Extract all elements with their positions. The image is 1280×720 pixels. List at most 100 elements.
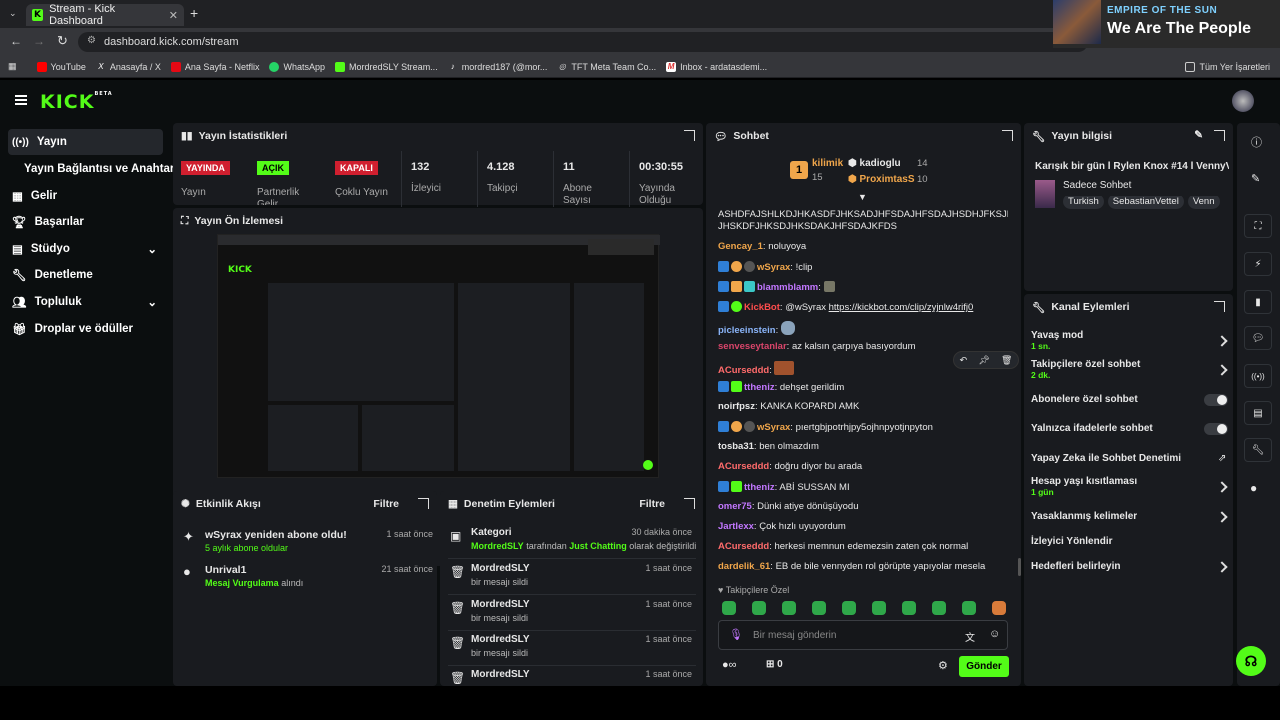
edit-icon[interactable]: ✎ — [1194, 129, 1203, 141]
chat-message[interactable]: KickBot: @wSyrax https://kickbot.com/cli… — [718, 301, 1008, 314]
reload-icon[interactable]: ↻ — [57, 33, 68, 49]
chat-message[interactable]: dardelik_61: EB de bile vennyden rol gör… — [718, 561, 1008, 573]
chat-message[interactable]: ttheniz: ABİ SUSSAN MI — [718, 481, 1008, 494]
leader-3[interactable]: ⬢ ProximtasS — [848, 174, 915, 185]
preview-shortcut-button[interactable]: ⛶ — [1244, 214, 1272, 238]
reply-icon[interactable]: ↶ — [960, 355, 968, 366]
bookmark-netflix[interactable]: Ana Sayfa - Netflix — [170, 61, 259, 72]
sidebar-item-yayin[interactable]: ((•)) Yayın — [8, 129, 163, 155]
chat-message[interactable]: ttheniz: dehşet gerildim — [718, 381, 1008, 394]
action-slow-mode[interactable]: Yavaş mod 1 sn. — [1031, 330, 1231, 351]
emote-icon[interactable] — [902, 601, 916, 615]
leader-name[interactable]: kilimik — [812, 158, 843, 169]
settings-shortcut-button[interactable]: 🔧︎ — [1244, 438, 1272, 462]
actions-shortcut-button[interactable]: ⚡︎ — [1244, 252, 1272, 276]
pin-icon[interactable]: 📌︎ — [978, 355, 989, 366]
chat-input[interactable]: 🎙︎ Bir mesaj gönderin 文 ☺ — [718, 620, 1008, 650]
browser-tab[interactable]: K Stream - Kick Dashboard ✕ — [26, 3, 184, 27]
action-account-age[interactable]: Hesap yaşı kısıtlaması 1 gün — [1031, 476, 1231, 497]
forward-icon[interactable]: → — [33, 34, 45, 48]
expand-icon[interactable] — [684, 498, 695, 509]
info-icon[interactable]: ⓘ — [1251, 134, 1262, 150]
emote-icon[interactable] — [782, 601, 796, 615]
leader-2[interactable]: ⬢ kadioglu — [848, 158, 901, 169]
help-icon[interactable]: ☊ — [1236, 646, 1266, 676]
tab-list-icon[interactable]: ⌄ — [9, 8, 17, 19]
sidebar-item-stream-key[interactable]: Yayın Bağlantısı ve Anahtarı — [8, 156, 178, 182]
expand-icon[interactable] — [1214, 130, 1225, 141]
tag-chip[interactable]: Turkish — [1063, 196, 1104, 209]
message-link[interactable]: https://kickbot.com/clip/zyjnlw4rifj0 — [829, 302, 974, 313]
bookmark-whatsapp[interactable]: WhatsApp — [269, 61, 325, 72]
emote-icon[interactable] — [842, 601, 856, 615]
action-ai-moderation[interactable]: Yapay Zeka ile Sohbet Denetimi — [1031, 453, 1231, 464]
chat-message[interactable]: wSyrax: !clip — [718, 261, 1008, 274]
site-info-icon[interactable]: ⚙ — [87, 35, 96, 46]
kick-points-icon[interactable]: ● — [1250, 481, 1257, 495]
sidebar-item-basarilar[interactable]: 🏆︎ Başarılar — [8, 209, 163, 235]
menu-icon[interactable] — [15, 95, 27, 105]
chat-message[interactable]: ACurseddd: doğru diyor bu arada — [718, 461, 1008, 473]
external-link-icon[interactable]: ⇗ — [1218, 453, 1226, 464]
expand-icon[interactable] — [418, 498, 429, 509]
stream-preview-video[interactable]: KICK — [217, 234, 660, 478]
chat-shortcut-button[interactable]: 💬︎ — [1244, 326, 1272, 350]
kick-logo[interactable]: KICKBETA — [40, 91, 113, 113]
action-followers-only[interactable]: Takipçilere özel sohbet 2 dk. — [1031, 359, 1231, 380]
sidebar-item-topluluk[interactable]: 👥︎ Topluluk ⌄ — [8, 289, 163, 315]
close-tab-icon[interactable]: ✕ — [169, 9, 178, 22]
emote-icon[interactable] — [872, 601, 886, 615]
subscribers-only-toggle[interactable] — [1204, 394, 1228, 406]
translate-icon[interactable]: 文 — [965, 629, 975, 644]
chat-scrollbar[interactable] — [1018, 558, 1021, 576]
chat-message[interactable]: picleeinstein: — [718, 321, 1008, 337]
action-raid[interactable]: İzleyici Yönlendir — [1031, 536, 1231, 547]
sidebar-item-gelir[interactable]: ▦ Gelir — [8, 183, 163, 209]
action-goals[interactable]: Hedefleri belirleyin — [1031, 561, 1231, 572]
points-counter[interactable]: ⊞ 0 — [766, 659, 783, 670]
chat-message[interactable]: Jartlexx: Çok hızlı uyuyordum — [718, 521, 1008, 533]
mic-icon[interactable]: 🎙︎ — [729, 628, 743, 641]
send-button[interactable]: Gönder — [959, 656, 1009, 677]
notes-shortcut-button[interactable]: ▮ — [1244, 290, 1272, 314]
emote-icon[interactable] — [962, 601, 976, 615]
avatar[interactable] — [1232, 90, 1254, 112]
settings-gear-icon[interactable]: ⚙ — [938, 659, 948, 672]
chat-message[interactable]: omer75: Dünki atiye dönüşüyodu — [718, 501, 1008, 513]
emote-icon[interactable] — [932, 601, 946, 615]
emote-icon[interactable] — [752, 601, 766, 615]
expand-icon[interactable] — [1214, 301, 1225, 312]
emote-icon[interactable] — [992, 601, 1006, 615]
kick-points-icon[interactable]: ●∞ — [722, 659, 737, 671]
bookmark-kick[interactable]: MordredSLY Stream... — [334, 61, 438, 72]
emoji-icon[interactable]: ☺ — [989, 628, 1000, 640]
sidebar-item-denetleme[interactable]: 🔧︎ Denetleme — [8, 262, 163, 288]
chat-message[interactable]: noirfpsz: KANKA KOPARDI AMK — [718, 401, 1008, 413]
address-bar[interactable]: ⚙ dashboard.kick.com/stream — [78, 32, 1088, 52]
collapse-leaders-icon[interactable]: ▼ — [858, 192, 867, 202]
bookmark-tiktok[interactable]: ♪ mordred187 (@mor... — [448, 62, 548, 72]
emotes-only-toggle[interactable] — [1204, 423, 1228, 435]
broadcast-shortcut-button[interactable]: ((•)) — [1244, 364, 1272, 388]
chat-message[interactable]: blammblamm: — [718, 281, 1008, 294]
trash-icon[interactable]: 🗑︎ — [1001, 355, 1012, 366]
new-tab-icon[interactable]: + — [190, 5, 198, 21]
sidebar-item-droplar[interactable]: 🎁︎ Droplar ve ödüller — [8, 316, 163, 342]
tag-chip[interactable]: SebastianVettel — [1107, 196, 1184, 209]
emote-icon[interactable] — [722, 601, 736, 615]
edit-icon[interactable]: ✎ — [1251, 172, 1260, 185]
bookmark-tft[interactable]: ◎ TFT Meta Team Co... — [557, 62, 656, 72]
expand-icon[interactable] — [1002, 130, 1013, 141]
emote-icon[interactable] — [812, 601, 826, 615]
tag-chip[interactable]: Venn — [1187, 196, 1220, 209]
chat-message[interactable]: Gencay_1: noluyoya — [718, 241, 1008, 253]
back-icon[interactable]: ← — [10, 34, 22, 48]
chat-message[interactable]: wSyrax: pıertgbjpotrhjpy5ojhnpyotjnpyton — [718, 421, 1008, 434]
bookmark-x[interactable]: X Anasayfa / X — [96, 62, 161, 72]
bookmark-youtube[interactable]: YouTube — [36, 61, 86, 72]
chat-message[interactable]: tosba31: ben olmazdım — [718, 441, 1008, 453]
bookmark-gmail[interactable]: M Inbox - ardatasdemi... — [666, 61, 767, 72]
all-bookmarks[interactable]: Tüm Yer İşaretleri — [1185, 61, 1270, 72]
sidebar-item-studyo[interactable]: ▤ Stüdyo ⌄ — [8, 236, 163, 262]
apps-icon[interactable]: ▦ — [8, 61, 17, 72]
